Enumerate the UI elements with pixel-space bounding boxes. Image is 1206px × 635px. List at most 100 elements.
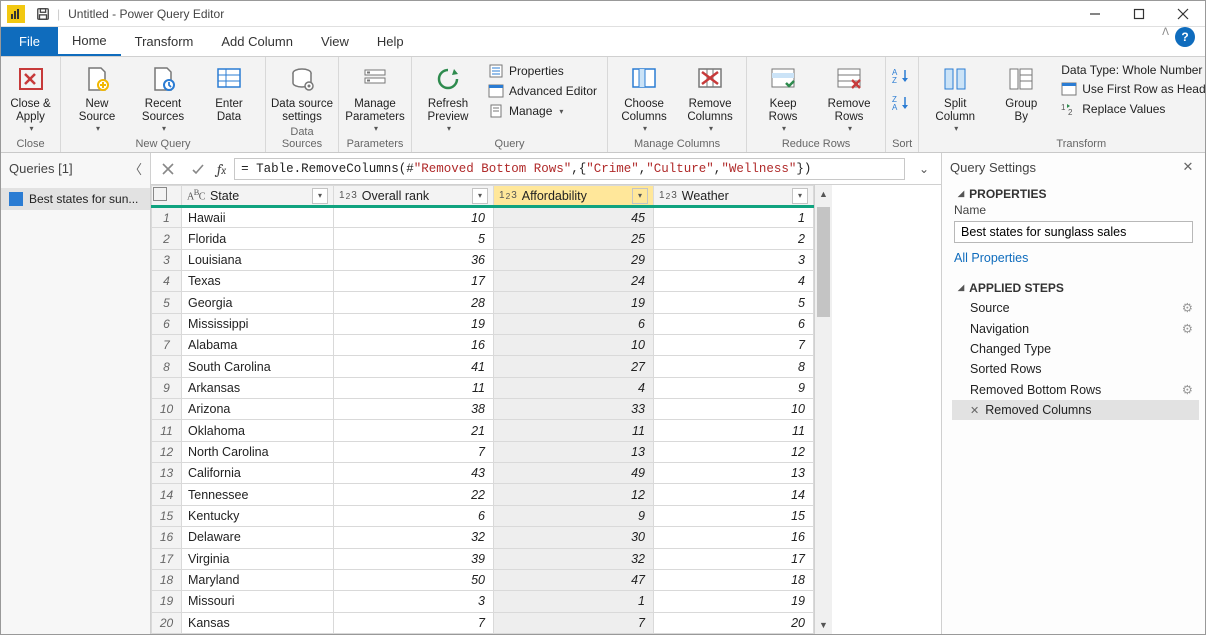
manage-button[interactable]: Manage	[484, 102, 601, 120]
table-row[interactable]: 8South Carolina41278	[152, 356, 814, 377]
gear-icon[interactable]: ⚙	[1182, 382, 1193, 397]
cell-affordability[interactable]: 30	[494, 527, 654, 548]
cell-rank[interactable]: 36	[334, 249, 494, 270]
row-number[interactable]: 7	[152, 335, 182, 356]
cell-state[interactable]: Alabama	[182, 335, 334, 356]
row-number[interactable]: 16	[152, 527, 182, 548]
table-row[interactable]: 14Tennessee221214	[152, 484, 814, 505]
remove-columns-button[interactable]: Remove Columns	[680, 59, 740, 134]
cell-state[interactable]: Missouri	[182, 591, 334, 612]
cell-affordability[interactable]: 1	[494, 591, 654, 612]
column-header-affordability[interactable]: 123Affordability▾	[494, 186, 654, 207]
cell-weather[interactable]: 12	[654, 441, 814, 462]
formula-cancel-button[interactable]	[157, 158, 179, 180]
cell-state[interactable]: Texas	[182, 271, 334, 292]
table-row[interactable]: 18Maryland504718	[152, 569, 814, 590]
vertical-scrollbar[interactable]: ▲ ▼	[814, 185, 832, 634]
properties-section-header[interactable]: PROPERTIES	[942, 181, 1205, 203]
table-row[interactable]: 4Texas17244	[152, 271, 814, 292]
tab-add-column[interactable]: Add Column	[207, 27, 307, 56]
cell-affordability[interactable]: 25	[494, 228, 654, 249]
row-number[interactable]: 8	[152, 356, 182, 377]
scroll-thumb[interactable]	[817, 207, 830, 317]
applied-step[interactable]: Navigation⚙	[952, 318, 1199, 339]
row-number[interactable]: 15	[152, 505, 182, 526]
cell-affordability[interactable]: 49	[494, 463, 654, 484]
remove-rows-button[interactable]: Remove Rows	[819, 59, 879, 134]
table-row[interactable]: 15Kentucky6915	[152, 505, 814, 526]
gear-icon[interactable]: ⚙	[1182, 300, 1193, 315]
row-number[interactable]: 18	[152, 569, 182, 590]
tab-view[interactable]: View	[307, 27, 363, 56]
cell-affordability[interactable]: 33	[494, 399, 654, 420]
table-row[interactable]: 3Louisiana36293	[152, 249, 814, 270]
delete-step-icon[interactable]: ✕	[970, 404, 979, 417]
cell-state[interactable]: California	[182, 463, 334, 484]
properties-button[interactable]: Properties	[484, 62, 601, 80]
table-corner-button[interactable]	[152, 186, 182, 207]
cell-rank[interactable]: 3	[334, 591, 494, 612]
cell-rank[interactable]: 38	[334, 399, 494, 420]
cell-affordability[interactable]: 11	[494, 420, 654, 441]
cell-rank[interactable]: 41	[334, 356, 494, 377]
cell-weather[interactable]: 20	[654, 612, 814, 633]
cell-rank[interactable]: 21	[334, 420, 494, 441]
column-filter-rank[interactable]: ▾	[472, 188, 488, 204]
enter-data-button[interactable]: Enter Data	[199, 59, 259, 124]
row-number[interactable]: 17	[152, 548, 182, 569]
row-number[interactable]: 12	[152, 441, 182, 462]
cell-affordability[interactable]: 24	[494, 271, 654, 292]
formula-accept-button[interactable]	[187, 158, 209, 180]
cell-weather[interactable]: 1	[654, 207, 814, 228]
gear-icon[interactable]: ⚙	[1182, 321, 1193, 336]
recent-sources-button[interactable]: Recent Sources	[133, 59, 193, 134]
sort-desc-button[interactable]: ZA	[892, 94, 912, 115]
cell-rank[interactable]: 32	[334, 527, 494, 548]
cell-state[interactable]: Virginia	[182, 548, 334, 569]
cell-rank[interactable]: 5	[334, 228, 494, 249]
column-header-state[interactable]: ABCState▾	[182, 186, 334, 207]
cell-rank[interactable]: 22	[334, 484, 494, 505]
ribbon-collapse-button[interactable]: ᐱ	[1162, 27, 1169, 56]
column-filter-state[interactable]: ▾	[312, 188, 328, 204]
row-number[interactable]: 19	[152, 591, 182, 612]
applied-steps-header[interactable]: APPLIED STEPS	[942, 275, 1205, 297]
cell-rank[interactable]: 19	[334, 313, 494, 334]
window-minimize-button[interactable]	[1073, 1, 1117, 27]
cell-affordability[interactable]: 47	[494, 569, 654, 590]
queries-collapse-button[interactable]: 〈	[129, 159, 142, 178]
tab-home[interactable]: Home	[58, 27, 121, 56]
applied-step[interactable]: Source⚙	[952, 297, 1199, 318]
cell-weather[interactable]: 9	[654, 377, 814, 398]
tab-file[interactable]: File	[1, 27, 58, 56]
cell-affordability[interactable]: 9	[494, 505, 654, 526]
cell-state[interactable]: Arizona	[182, 399, 334, 420]
query-settings-close-button[interactable]: ✕	[1179, 159, 1197, 175]
cell-state[interactable]: Kansas	[182, 612, 334, 633]
applied-step[interactable]: ✕Removed Columns	[952, 400, 1199, 420]
choose-columns-button[interactable]: Choose Columns	[614, 59, 674, 134]
cell-state[interactable]: Mississippi	[182, 313, 334, 334]
table-row[interactable]: 1Hawaii10451	[152, 207, 814, 228]
scroll-up-button[interactable]: ▲	[815, 185, 832, 203]
window-maximize-button[interactable]	[1117, 1, 1161, 27]
cell-affordability[interactable]: 13	[494, 441, 654, 462]
data-source-settings-button[interactable]: Data source settings	[272, 59, 332, 124]
column-filter-affordability[interactable]: ▾	[632, 188, 648, 204]
cell-rank[interactable]: 39	[334, 548, 494, 569]
row-number[interactable]: 14	[152, 484, 182, 505]
cell-state[interactable]: Arkansas	[182, 377, 334, 398]
sort-asc-button[interactable]: AZ	[892, 67, 912, 88]
table-row[interactable]: 9Arkansas1149	[152, 377, 814, 398]
cell-rank[interactable]: 43	[334, 463, 494, 484]
row-number[interactable]: 13	[152, 463, 182, 484]
cell-affordability[interactable]: 27	[494, 356, 654, 377]
cell-weather[interactable]: 7	[654, 335, 814, 356]
table-row[interactable]: 17Virginia393217	[152, 548, 814, 569]
table-row[interactable]: 2Florida5252	[152, 228, 814, 249]
cell-weather[interactable]: 18	[654, 569, 814, 590]
cell-state[interactable]: Oklahoma	[182, 420, 334, 441]
cell-affordability[interactable]: 7	[494, 612, 654, 633]
table-row[interactable]: 19Missouri3119	[152, 591, 814, 612]
cell-rank[interactable]: 7	[334, 612, 494, 633]
